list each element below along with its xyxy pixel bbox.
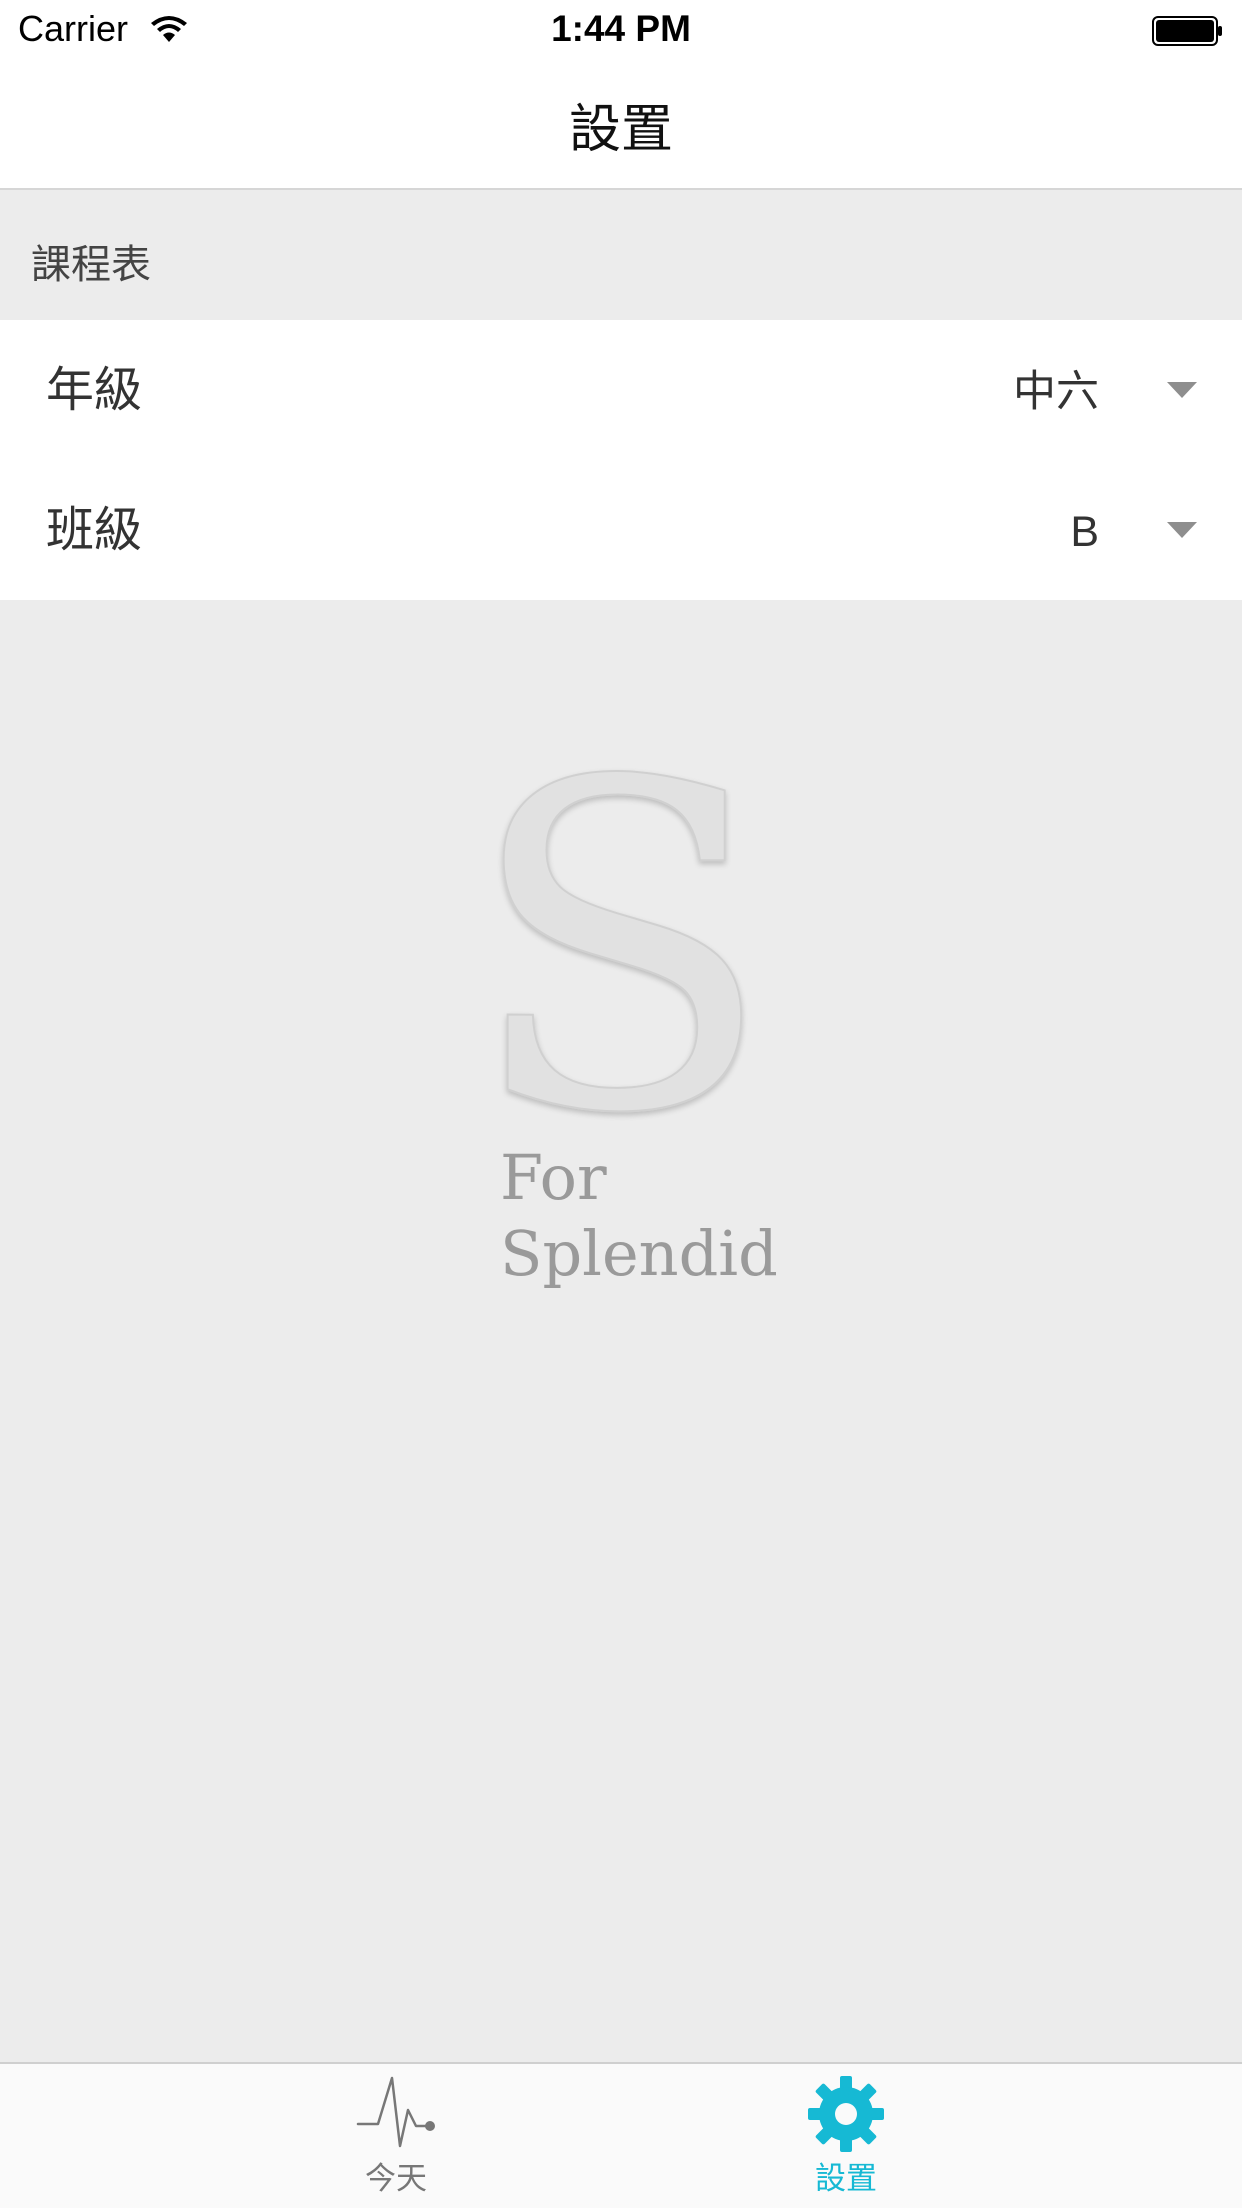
logo-tagline-line1: For [500,1141,607,1214]
tab-today-label: 今天 [365,2161,427,2196]
status-bar: Carrier 1:44 PM [0,0,1242,60]
pulse-icon [356,2076,435,2148]
section-header-label: 課程表 [31,243,151,287]
settings-group: 年級 中六 班級 B [0,320,1242,600]
dropdown-arrow-icon[interactable] [1167,382,1197,400]
gear-icon [808,2076,884,2152]
splendid-logo-s: S [470,740,770,1140]
grade-row[interactable]: 年級 中六 [0,320,1242,460]
class-label: 班級 [46,504,143,557]
grade-label: 年級 [46,364,143,417]
tab-bar: 今天 設置 [0,2062,1242,2208]
class-select-value[interactable]: B [1070,506,1099,558]
battery-icon [1152,16,1222,46]
grade-select-value[interactable]: 中六 [1013,366,1099,418]
dropdown-arrow-icon[interactable] [1167,522,1197,540]
class-row[interactable]: 班級 B [0,460,1242,600]
logo-tagline: For Splendid [500,1140,778,1292]
navigation-bar: 設置 [0,60,1242,190]
section-header: 課程表 [0,190,1242,320]
tab-settings[interactable]: 設置 [696,2064,996,2208]
svg-text:S: S [470,740,770,1140]
tab-settings-label: 設置 [815,2161,877,2196]
logo-tagline-line2: Splendid [500,1217,778,1290]
status-time: 1:44 PM [551,8,691,49]
page-title: 設置 [568,101,673,159]
tab-today[interactable]: 今天 [246,2064,546,2208]
